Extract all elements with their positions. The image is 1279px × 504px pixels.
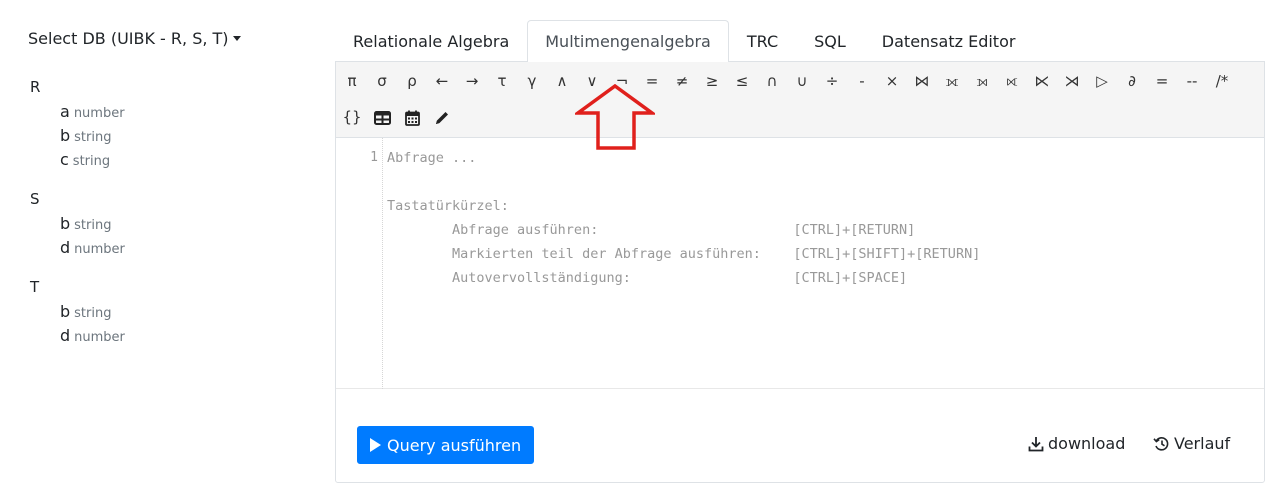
attribute-name: b [60, 302, 71, 321]
attribute-type: string [74, 218, 112, 233]
operator-button[interactable]: ≤ [727, 66, 757, 96]
history-label: Verlauf [1174, 434, 1231, 453]
sidebar: Select DB (UIBK - R, S, T) Ra number b stri… [0, 0, 330, 504]
operator-button[interactable]: π [337, 66, 367, 96]
operator-button[interactable]: ⟕ [967, 66, 997, 96]
editor-panel: π σ ρ ← → τ γ ∧ ∨ ¬ = ≠ ≥ ≤ ∩ ∪ ÷ - × ⋈ ⟗ ⟕ ⟖ ⋉ ⋊ ▷ ∂ = --/* {} 1 Ab… [335, 61, 1265, 483]
run-query-button[interactable]: Query ausführen [357, 426, 535, 464]
download-button[interactable]: download [1028, 434, 1125, 453]
braces-button[interactable]: {} [337, 102, 367, 132]
operator-button[interactable]: ⟖ [997, 66, 1027, 96]
operator-button[interactable]: γ [517, 66, 547, 96]
attribute-type: string [72, 154, 111, 169]
operator-button[interactable]: ∧ [547, 66, 577, 96]
attribute-item[interactable]: c string [30, 148, 125, 172]
attribute-name: b [60, 214, 71, 233]
attribute-name: b [60, 126, 71, 145]
pencil-icon [434, 108, 450, 126]
tab-datensatz-editor[interactable]: Datensatz Editor [864, 20, 1034, 62]
extras-row: {} [337, 102, 457, 132]
attribute-item[interactable]: b string [30, 300, 125, 324]
placeholder-line [387, 170, 980, 194]
placeholder-line: Tastatürkürzel: [387, 198, 509, 214]
operator-button[interactable]: ⋈ [907, 66, 937, 96]
history-icon [1153, 436, 1169, 451]
query-editor[interactable]: 1 Abfrage ... Tastatürkürzel: Abfrage aus… [336, 138, 1264, 389]
operator-button[interactable]: ⟗ [937, 66, 967, 96]
operator-button[interactable]: = [637, 66, 667, 96]
history-button[interactable]: Verlauf [1153, 434, 1230, 453]
attribute-name: a [60, 102, 70, 121]
tab-trc[interactable]: TRC [729, 20, 796, 62]
operator-button[interactable]: → [457, 66, 487, 96]
db-select-dropdown[interactable]: Select DB (UIBK - R, S, T) [28, 29, 241, 48]
operator-button[interactable]: ¬ [607, 66, 637, 96]
db-select-label: Select DB (UIBK - R, S, T) [28, 29, 229, 48]
play-icon [370, 438, 381, 452]
download-icon [1028, 436, 1044, 451]
tab-relationale-algebra[interactable]: Relationale Algebra [335, 20, 527, 62]
operator-button[interactable]: ← [427, 66, 457, 96]
attribute-item[interactable]: b string [30, 212, 125, 236]
relation-name[interactable]: T [30, 276, 125, 300]
attribute-type: string [74, 306, 112, 321]
tab-bar: Relationale Algebra Multimengenalgebra TRC… [335, 20, 1033, 62]
operator-button[interactable]: ≠ [667, 66, 697, 96]
placeholder-line: Autovervollständigung: [CTRL]+[SPACE] [387, 270, 908, 286]
relation-item[interactable]: Ra number b string c string [30, 76, 125, 172]
attribute-type: string [74, 130, 112, 145]
operator-button[interactable]: - [847, 66, 877, 96]
operator-button[interactable]: ≥ [697, 66, 727, 96]
pencil-button[interactable] [427, 102, 457, 132]
operator-button[interactable]: /* [1207, 66, 1237, 96]
tab-multimengenalgebra[interactable]: Multimengenalgebra [527, 20, 729, 62]
attribute-item[interactable]: a number [30, 100, 125, 124]
calendar-icon [404, 108, 420, 126]
operator-button[interactable]: ⋊ [1057, 66, 1087, 96]
operator-toolbar: π σ ρ ← → τ γ ∧ ∨ ¬ = ≠ ≥ ≤ ∩ ∪ ÷ - × ⋈ ⟗ ⟕ ⟖ ⋉ ⋊ ▷ ∂ = --/* {} [336, 62, 1264, 138]
relation-item[interactable]: Tb string d number [30, 276, 125, 348]
operator-button[interactable]: ∩ [757, 66, 787, 96]
operator-button[interactable]: ∨ [577, 66, 607, 96]
line-gutter: 1 [336, 138, 383, 389]
relation-list: Ra number b string c string Sb string d number Tb s… [30, 76, 125, 364]
operator-button[interactable]: τ [487, 66, 517, 96]
operator-button[interactable]: ρ [397, 66, 427, 96]
download-label: download [1048, 434, 1126, 453]
placeholder-line: Abfrage ausführen: [CTRL]+[RETURN] [387, 222, 916, 238]
operator-button[interactable]: σ [367, 66, 397, 96]
operator-button[interactable]: ▷ [1087, 66, 1117, 96]
placeholder-line: Abfrage ... [387, 150, 477, 166]
attribute-type: number [74, 242, 125, 257]
run-query-label: Query ausführen [387, 435, 522, 455]
operator-button[interactable]: -- [1177, 66, 1207, 96]
attribute-name: d [60, 326, 71, 345]
relation-item[interactable]: Sb string d number [30, 188, 125, 260]
table-icon [373, 108, 391, 126]
calendar-button[interactable] [397, 102, 427, 132]
operator-button[interactable]: ∪ [787, 66, 817, 96]
placeholder-line: Markierten teil der Abfrage ausführen: [… [387, 246, 981, 262]
attribute-type: number [74, 330, 125, 345]
editor-placeholder: Abfrage ... Tastatürkürzel: Abfrage ausfü… [387, 146, 980, 290]
line-number: 1 [370, 150, 378, 165]
operator-button[interactable]: = [1147, 66, 1177, 96]
attribute-name: d [60, 238, 71, 257]
attribute-name: c [60, 150, 69, 169]
table-button[interactable] [367, 102, 397, 132]
attribute-item[interactable]: d number [30, 324, 125, 348]
operator-row: π σ ρ ← → τ γ ∧ ∨ ¬ = ≠ ≥ ≤ ∩ ∪ ÷ - × ⋈ ⟗ ⟕ ⟖ ⋉ ⋊ ▷ ∂ = --/* [337, 66, 1237, 96]
operator-button[interactable]: × [877, 66, 907, 96]
attribute-item[interactable]: b string [30, 124, 125, 148]
tab-sql[interactable]: SQL [796, 20, 864, 62]
operator-button[interactable]: ⋉ [1027, 66, 1057, 96]
operator-button[interactable]: ÷ [817, 66, 847, 96]
relation-name[interactable]: S [30, 188, 125, 212]
operator-button[interactable]: ∂ [1117, 66, 1147, 96]
attribute-type: number [73, 106, 125, 121]
relation-name[interactable]: R [30, 76, 125, 100]
attribute-item[interactable]: d number [30, 236, 125, 260]
caret-down-icon [232, 36, 241, 41]
